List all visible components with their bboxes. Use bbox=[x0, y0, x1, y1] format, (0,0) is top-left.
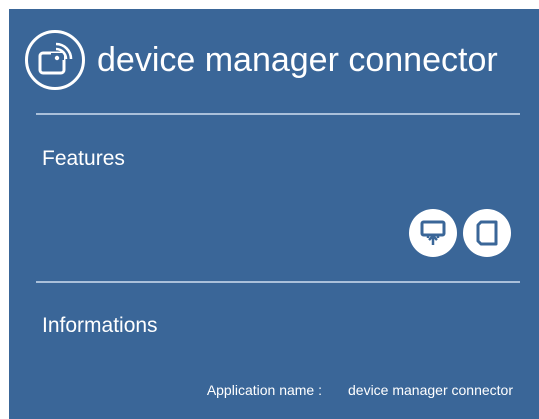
tablet-icon[interactable] bbox=[463, 209, 511, 257]
feature-icons bbox=[409, 209, 511, 257]
features-title: Features bbox=[42, 147, 125, 170]
application-name-row: Application name : device manager connec… bbox=[9, 382, 513, 398]
card-header: device manager connector bbox=[25, 29, 498, 91]
application-name-value: device manager connector bbox=[348, 382, 513, 398]
app-title: device manager connector bbox=[97, 40, 498, 79]
informations-title: Informations bbox=[42, 314, 158, 337]
device-signal-icon bbox=[25, 30, 85, 90]
divider bbox=[36, 113, 520, 115]
screen-upload-icon[interactable] bbox=[409, 209, 457, 257]
application-name-label: Application name : bbox=[206, 382, 322, 398]
divider bbox=[36, 281, 520, 283]
connector-card: device manager connector Features Inform… bbox=[9, 9, 539, 419]
